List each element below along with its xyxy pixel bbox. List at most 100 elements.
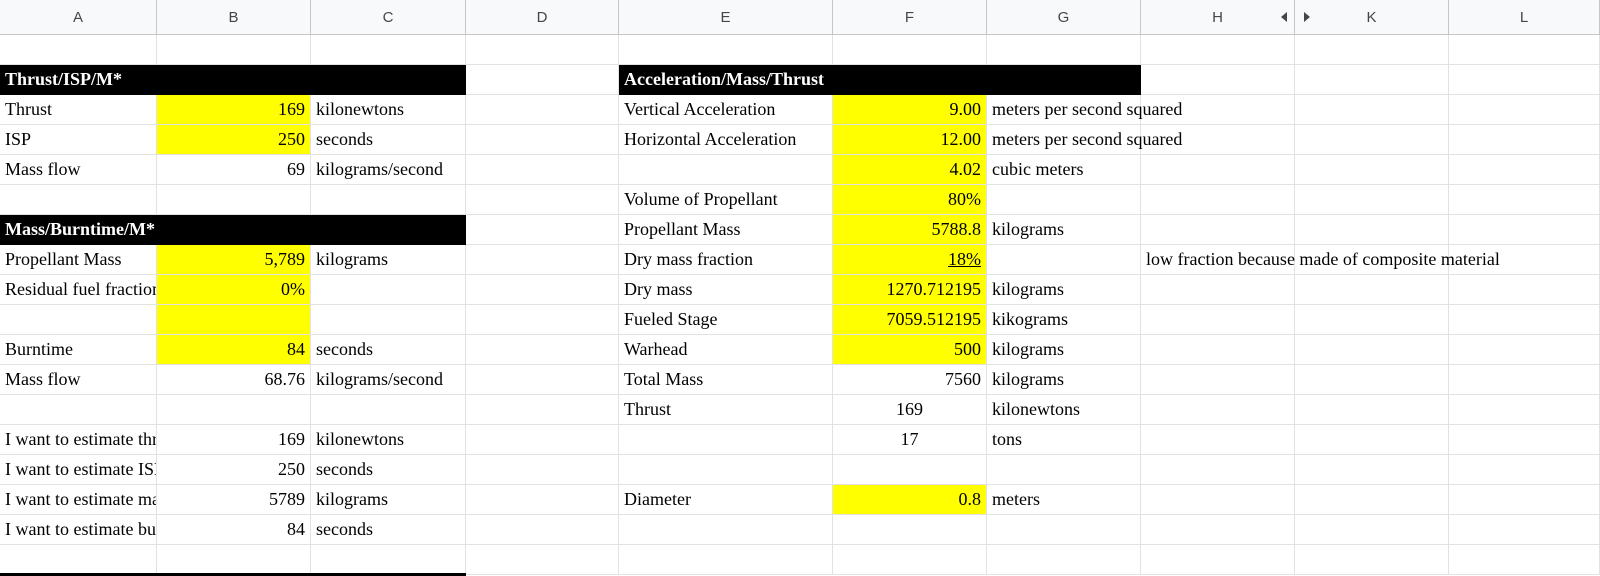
cell-g15[interactable] — [987, 455, 1141, 485]
cell-h1[interactable] — [1141, 35, 1295, 65]
cell-d1[interactable] — [466, 35, 619, 65]
cell-g4[interactable]: meters per second squared — [987, 125, 1182, 155]
cell-g3[interactable]: meters per second squared — [987, 95, 1182, 125]
cell-a3[interactable]: Thrust — [0, 95, 157, 125]
cell-c10[interactable] — [311, 305, 466, 335]
cell-c4[interactable]: seconds — [311, 125, 466, 155]
cell-c18[interactable] — [311, 545, 466, 575]
cell-f15[interactable] — [833, 455, 987, 485]
column-header-h[interactable]: H — [1141, 0, 1295, 35]
cell-d11[interactable] — [466, 335, 619, 365]
hidden-columns-left-arrow-icon[interactable] — [1281, 12, 1287, 22]
column-header-f[interactable]: F — [833, 0, 987, 35]
cell-b17[interactable]: 84 — [157, 515, 311, 545]
cell-c1[interactable] — [311, 35, 466, 65]
cell-l7[interactable] — [1449, 215, 1600, 245]
cell-e11[interactable]: Warhead — [619, 335, 833, 365]
cell-h8[interactable]: low fraction because made of composite m… — [1141, 245, 1500, 275]
cell-d17[interactable] — [466, 515, 619, 545]
cell-l12[interactable] — [1449, 365, 1600, 395]
column-header-g[interactable]: G — [987, 0, 1141, 35]
cell-e14[interactable] — [619, 425, 833, 455]
cell-k2[interactable] — [1295, 65, 1449, 95]
cell-g12[interactable]: kilograms — [987, 365, 1141, 395]
cell-l9[interactable] — [1449, 275, 1600, 305]
cell-k1[interactable] — [1295, 35, 1449, 65]
cell-k6[interactable] — [1295, 185, 1449, 215]
cell-d6[interactable] — [466, 185, 619, 215]
cell-b5[interactable]: 69 — [157, 155, 311, 185]
cell-d3[interactable] — [466, 95, 619, 125]
cell-b16[interactable]: 5789 — [157, 485, 311, 515]
cell-c6[interactable] — [311, 185, 466, 215]
cell-e2[interactable]: Acceleration/Mass/Thrust — [619, 65, 1141, 95]
cell-k3[interactable] — [1295, 95, 1449, 125]
cell-c15[interactable]: seconds — [311, 455, 466, 485]
cell-h12[interactable] — [1141, 365, 1295, 395]
cell-h18[interactable] — [1141, 545, 1295, 575]
cell-e12[interactable]: Total Mass — [619, 365, 833, 395]
cell-g9[interactable]: kilograms — [987, 275, 1141, 305]
cell-l14[interactable] — [1449, 425, 1600, 455]
cell-g7[interactable]: kilograms — [987, 215, 1141, 245]
cell-e6[interactable]: Volume of Propellant — [619, 185, 833, 215]
cell-f9[interactable]: 1270.712195 — [833, 275, 987, 305]
cell-e15[interactable] — [619, 455, 833, 485]
cell-d5[interactable] — [466, 155, 619, 185]
cell-k9[interactable] — [1295, 275, 1449, 305]
cell-e8[interactable]: Dry mass fraction — [619, 245, 833, 275]
cell-f7[interactable]: 5788.8 — [833, 215, 987, 245]
cell-h13[interactable] — [1141, 395, 1295, 425]
cell-d8[interactable] — [466, 245, 619, 275]
cell-g10[interactable]: kikograms — [987, 305, 1141, 335]
cell-k7[interactable] — [1295, 215, 1449, 245]
cell-b4[interactable]: 250 — [157, 125, 311, 155]
cell-l5[interactable] — [1449, 155, 1600, 185]
cell-g11[interactable]: kilograms — [987, 335, 1141, 365]
cell-b9[interactable]: 0% — [157, 275, 311, 305]
cell-b8[interactable]: 5,789 — [157, 245, 311, 275]
cell-h14[interactable] — [1141, 425, 1295, 455]
cell-c14[interactable]: kilonewtons — [311, 425, 466, 455]
cell-l6[interactable] — [1449, 185, 1600, 215]
cell-l17[interactable] — [1449, 515, 1600, 545]
column-header-d[interactable]: D — [466, 0, 619, 35]
cell-f14[interactable]: 17 — [833, 425, 987, 455]
cell-g17[interactable] — [987, 515, 1141, 545]
cell-g8[interactable] — [987, 245, 1141, 275]
cell-k15[interactable] — [1295, 455, 1449, 485]
cell-d10[interactable] — [466, 305, 619, 335]
cell-a10[interactable] — [0, 305, 157, 335]
cell-h9[interactable] — [1141, 275, 1295, 305]
cell-g1[interactable] — [987, 35, 1141, 65]
cell-f18[interactable] — [833, 545, 987, 575]
cell-f3[interactable]: 9.00 — [833, 95, 987, 125]
cell-l11[interactable] — [1449, 335, 1600, 365]
cell-e5[interactable] — [619, 155, 833, 185]
cell-f11[interactable]: 500 — [833, 335, 987, 365]
cell-k10[interactable] — [1295, 305, 1449, 335]
cell-k11[interactable] — [1295, 335, 1449, 365]
cell-h16[interactable] — [1141, 485, 1295, 515]
cell-a2[interactable]: Thrust/ISP/M* — [0, 65, 466, 95]
cell-g14[interactable]: tons — [987, 425, 1141, 455]
cell-f5[interactable]: 4.02 — [833, 155, 987, 185]
cell-e4[interactable]: Horizontal Acceleration — [619, 125, 833, 155]
cell-f6[interactable]: 80% — [833, 185, 987, 215]
cell-a14[interactable]: I want to estimate thrust — [0, 425, 157, 455]
hidden-columns-right-arrow-icon[interactable] — [1304, 12, 1310, 22]
cell-a18[interactable] — [0, 545, 157, 575]
cell-l10[interactable] — [1449, 305, 1600, 335]
cell-c11[interactable]: seconds — [311, 335, 466, 365]
cell-a11[interactable]: Burntime — [0, 335, 157, 365]
cell-b1[interactable] — [157, 35, 311, 65]
cell-d13[interactable] — [466, 395, 619, 425]
cell-a15[interactable]: I want to estimate ISP — [0, 455, 157, 485]
cell-h15[interactable] — [1141, 455, 1295, 485]
cell-c16[interactable]: kilograms — [311, 485, 466, 515]
cell-l1[interactable] — [1449, 35, 1600, 65]
cell-b18[interactable] — [157, 545, 311, 575]
cell-b15[interactable]: 250 — [157, 455, 311, 485]
cell-b14[interactable]: 169 — [157, 425, 311, 455]
cell-k16[interactable] — [1295, 485, 1449, 515]
